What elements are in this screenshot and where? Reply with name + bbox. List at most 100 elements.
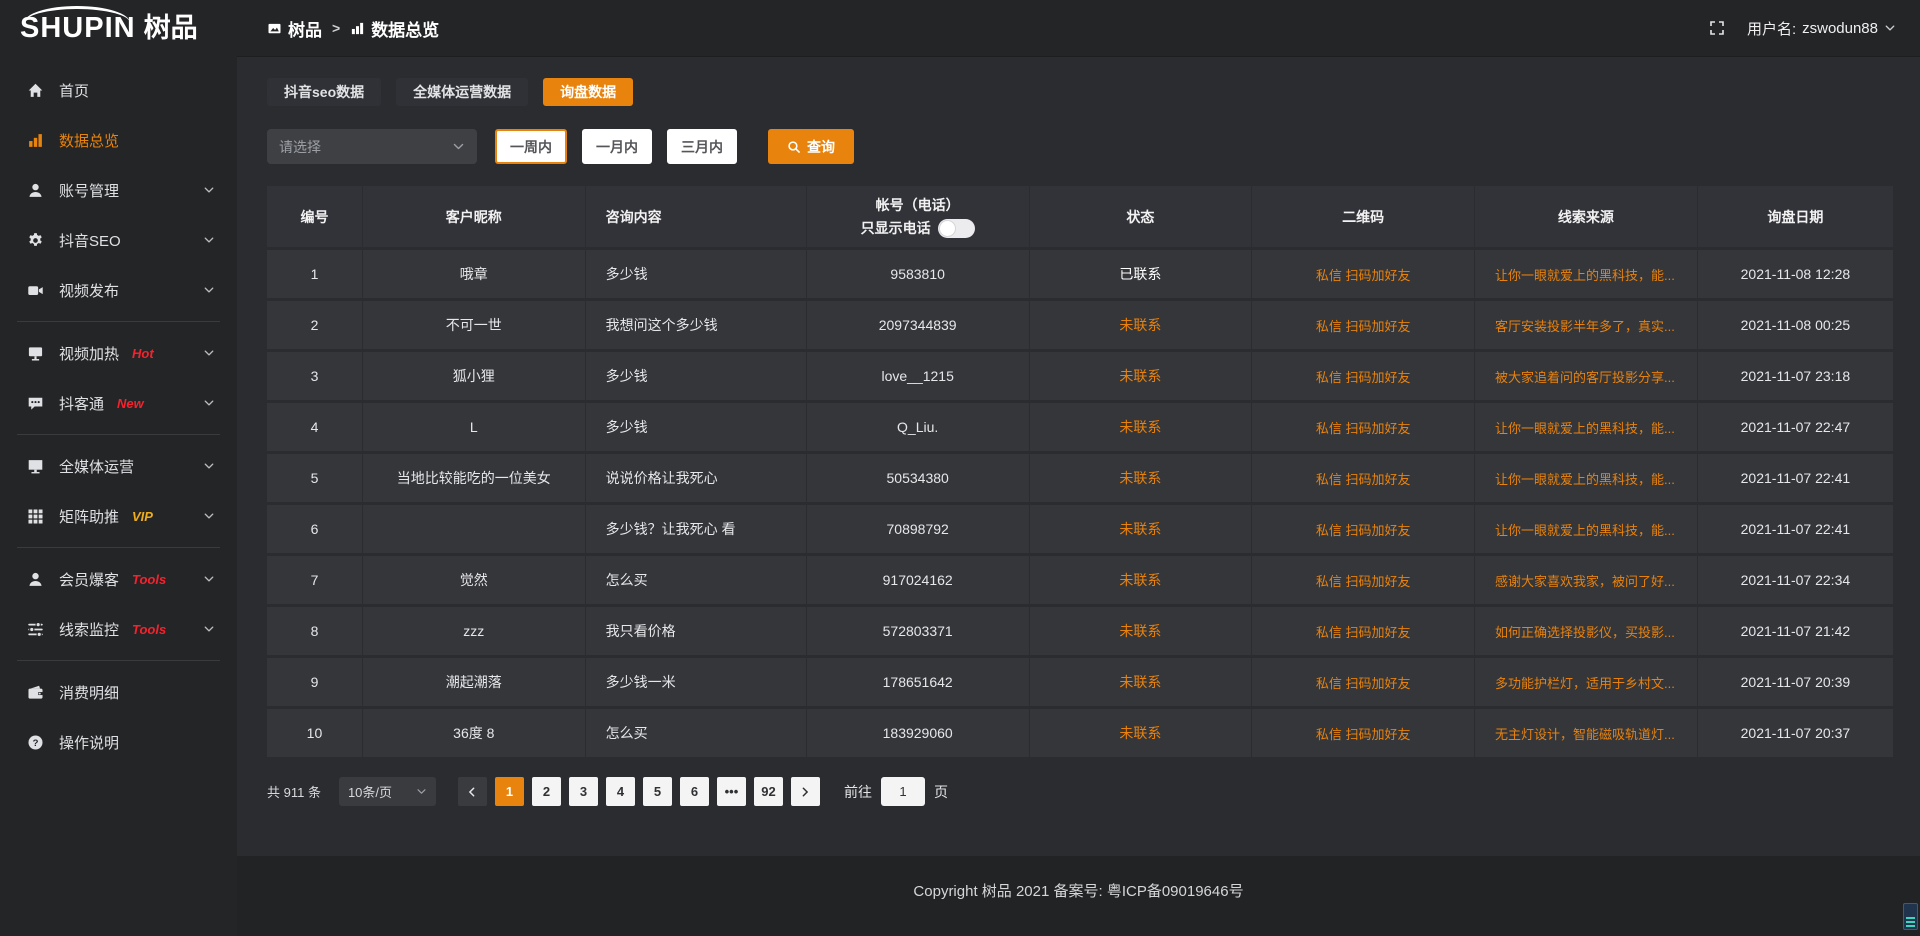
page-button-2[interactable]: 2 xyxy=(532,777,561,806)
cell-account: 183929060 xyxy=(807,709,1030,757)
more-pages-button[interactable]: ••• xyxy=(717,777,746,806)
page-button-4[interactable]: 4 xyxy=(606,777,635,806)
sidebar-divider xyxy=(17,547,220,548)
sidebar-item-matrix-boost[interactable]: 矩阵助推 VIP xyxy=(0,491,237,541)
prev-page-button[interactable] xyxy=(458,777,487,806)
sidebar-item-home[interactable]: 首页 xyxy=(0,65,237,115)
table-row: 4 L 多少钱 Q_Liu. 未联系 私信 扫码加好友 让你一眼就爱上的黑科技，… xyxy=(267,403,1893,451)
cell-no: 3 xyxy=(267,352,363,400)
cell-date: 2021-11-07 22:34 xyxy=(1698,556,1893,604)
cell-account: 70898792 xyxy=(807,505,1030,553)
cell-source-link[interactable]: 客厅安装投影半年多了，真实... xyxy=(1475,301,1698,349)
cell-qr-link[interactable]: 私信 扫码加好友 xyxy=(1252,250,1475,298)
floating-widget[interactable] xyxy=(1903,903,1918,930)
sidebar-item-account-management[interactable]: 账号管理 xyxy=(0,165,237,215)
tab-douyin-seo-data[interactable]: 抖音seo数据 xyxy=(267,78,381,106)
user-menu[interactable]: 用户名: zswodun88 xyxy=(1747,18,1896,39)
sidebar-item-video-heating[interactable]: 视频加热 Hot xyxy=(0,328,237,378)
phone-only-toggle[interactable] xyxy=(938,219,975,238)
cell-qr-link[interactable]: 私信 扫码加好友 xyxy=(1252,403,1475,451)
tab-inquiry-data[interactable]: 询盘数据 xyxy=(543,78,633,106)
total-count-label: 共 911 条 xyxy=(267,782,321,801)
sidebar-item-douyin-seo[interactable]: 抖音SEO xyxy=(0,215,237,265)
wallet-icon xyxy=(27,684,44,701)
col-header-no: 编号 xyxy=(267,186,363,247)
cell-source-link[interactable]: 让你一眼就爱上的黑科技，能... xyxy=(1475,403,1698,451)
home-icon xyxy=(27,82,44,99)
tab-omnimedia-data[interactable]: 全媒体运营数据 xyxy=(396,78,528,106)
sidebar-item-operation-guide[interactable]: 操作说明 xyxy=(0,717,237,767)
sidebar-item-clue-monitoring[interactable]: 线索监控 Tools xyxy=(0,604,237,654)
cell-qr-link[interactable]: 私信 扫码加好友 xyxy=(1252,301,1475,349)
sidebar-item-douketong[interactable]: 抖客通 New xyxy=(0,378,237,428)
table-row: 9 潮起潮落 多少钱一米 178651642 未联系 私信 扫码加好友 多功能护… xyxy=(267,658,1893,706)
table-row: 1 哦章 多少钱 9583810 已联系 私信 扫码加好友 让你一眼就爱上的黑科… xyxy=(267,250,1893,298)
table-row: 8 zzz 我只看价格 572803371 未联系 私信 扫码加好友 如何正确选… xyxy=(267,607,1893,655)
cell-qr-link[interactable]: 私信 扫码加好友 xyxy=(1252,709,1475,757)
chevron-down-icon xyxy=(452,140,465,153)
goto-page-input[interactable] xyxy=(881,777,925,806)
cell-source-link[interactable]: 让你一眼就爱上的黑科技，能... xyxy=(1475,250,1698,298)
cell-source-link[interactable]: 如何正确选择投影仪，买投影... xyxy=(1475,607,1698,655)
chevron-down-icon xyxy=(203,234,215,246)
sidebar-item-video-publish[interactable]: 视频发布 xyxy=(0,265,237,315)
cell-qr-link[interactable]: 私信 扫码加好友 xyxy=(1252,607,1475,655)
user-icon xyxy=(27,182,44,199)
filter-select[interactable]: 请选择 xyxy=(267,129,477,164)
cell-source-link[interactable]: 让你一眼就爱上的黑科技，能... xyxy=(1475,505,1698,553)
cell-source-link[interactable]: 让你一眼就爱上的黑科技，能... xyxy=(1475,454,1698,502)
next-page-button[interactable] xyxy=(791,777,820,806)
chevron-down-icon xyxy=(416,786,427,797)
chevron-down-icon xyxy=(203,284,215,296)
page-button-1[interactable]: 1 xyxy=(495,777,524,806)
col-header-nickname: 客户昵称 xyxy=(363,186,586,247)
cell-status: 已联系 xyxy=(1030,250,1253,298)
cell-qr-link[interactable]: 私信 扫码加好友 xyxy=(1252,505,1475,553)
page-size-select[interactable]: 10条/页 xyxy=(339,777,436,806)
bar-chart-icon xyxy=(350,21,365,36)
table-row: 3 狐小狸 多少钱 love__1215 未联系 私信 扫码加好友 被大家追着问… xyxy=(267,352,1893,400)
cell-source-link[interactable]: 感谢大家喜欢我家，被问了好... xyxy=(1475,556,1698,604)
sidebar-item-consumption-details[interactable]: 消费明细 xyxy=(0,667,237,717)
page-button-6[interactable]: 6 xyxy=(680,777,709,806)
cell-qr-link[interactable]: 私信 扫码加好友 xyxy=(1252,658,1475,706)
range-one-week-button[interactable]: 一周内 xyxy=(495,129,567,164)
sidebar-item-member-baoke[interactable]: 会员爆客 Tools xyxy=(0,554,237,604)
cell-source-link[interactable]: 被大家追着问的客厅投影分享... xyxy=(1475,352,1698,400)
breadcrumb-current[interactable]: 数据总览 xyxy=(350,16,439,41)
tv-icon xyxy=(27,345,44,362)
sidebar-item-data-overview[interactable]: 数据总览 xyxy=(0,115,237,165)
range-three-months-button[interactable]: 三月内 xyxy=(667,129,737,164)
page-button-92[interactable]: 92 xyxy=(754,777,783,806)
cell-account: 50534380 xyxy=(807,454,1030,502)
sidebar-item-label: 操作说明 xyxy=(59,732,119,753)
phone-only-label: 只显示电话 xyxy=(861,218,931,238)
date-range-group: 一周内 一月内 三月内 xyxy=(495,129,737,164)
chevron-down-icon xyxy=(1884,22,1896,34)
sidebar-item-label: 矩阵助推 xyxy=(59,506,119,527)
col-header-account: 帐号（电话） 只显示电话 xyxy=(807,186,1030,247)
data-tabs: 抖音seo数据 全媒体运营数据 询盘数据 xyxy=(267,78,1893,106)
breadcrumb-current-label: 数据总览 xyxy=(371,16,439,41)
page-button-5[interactable]: 5 xyxy=(643,777,672,806)
table-row: 6 多少钱？让我死心 看 70898792 未联系 私信 扫码加好友 让你一眼就… xyxy=(267,505,1893,553)
cell-qr-link[interactable]: 私信 扫码加好友 xyxy=(1252,352,1475,400)
page-button-3[interactable]: 3 xyxy=(569,777,598,806)
cell-qr-link[interactable]: 私信 扫码加好友 xyxy=(1252,454,1475,502)
fullscreen-icon[interactable] xyxy=(1709,20,1725,36)
vip-badge: VIP xyxy=(132,509,153,524)
breadcrumb-home[interactable]: 树品 xyxy=(267,16,322,41)
cell-account: Q_Liu. xyxy=(807,403,1030,451)
page-unit-label: 页 xyxy=(934,782,948,802)
bar-chart-icon xyxy=(27,132,44,149)
sidebar-divider xyxy=(17,321,220,322)
query-button[interactable]: 查询 xyxy=(768,129,854,164)
arrow-right-icon xyxy=(799,786,811,798)
sidebar-item-label: 抖客通 xyxy=(59,393,104,414)
cell-source-link[interactable]: 无主灯设计，智能磁吸轨道灯... xyxy=(1475,709,1698,757)
cell-date: 2021-11-07 23:18 xyxy=(1698,352,1893,400)
cell-source-link[interactable]: 多功能护栏灯，适用于乡村文... xyxy=(1475,658,1698,706)
cell-qr-link[interactable]: 私信 扫码加好友 xyxy=(1252,556,1475,604)
sidebar-item-omnimedia-operation[interactable]: 全媒体运营 xyxy=(0,441,237,491)
range-one-month-button[interactable]: 一月内 xyxy=(582,129,652,164)
